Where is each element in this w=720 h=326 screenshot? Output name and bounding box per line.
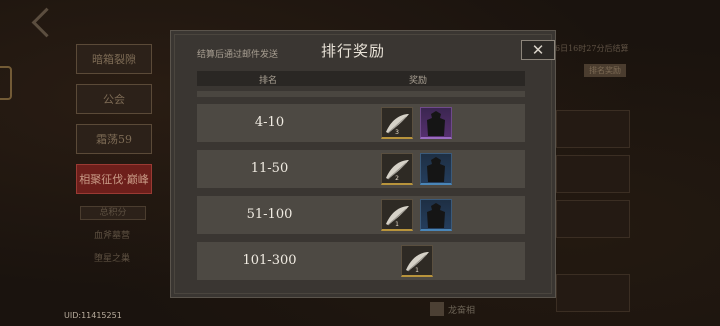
right-panel-1	[556, 110, 630, 148]
feather-icon[interactable]: 3	[381, 107, 413, 139]
rank-row: 101-300 1	[197, 242, 525, 280]
rank-row: 51-100 1	[197, 196, 525, 234]
item-count: 2	[395, 175, 399, 182]
settlement-countdown: 6日16时27分后结算	[555, 44, 629, 53]
guild-icon	[430, 302, 444, 316]
sidebar-label-fallen-star[interactable]: 堕星之巢	[80, 251, 144, 264]
item-count: 1	[395, 221, 399, 228]
sidebar-item-frost[interactable]: 霜荡59	[76, 124, 152, 154]
armor-icon[interactable]	[420, 153, 452, 185]
close-button[interactable]: ✕	[521, 40, 555, 60]
rank-range: 11-50	[250, 161, 289, 176]
modal-subtitle: 结算后通过邮件发送	[197, 50, 279, 60]
sidebar-item-conquest-peak[interactable]: 相聚征伐·巅峰	[76, 164, 152, 194]
rank-range: 51-100	[246, 207, 293, 222]
right-panel-3	[556, 200, 630, 238]
feather-icon[interactable]: 1	[381, 199, 413, 231]
rank-reward-tag[interactable]: 排名奖励	[584, 64, 626, 77]
close-icon: ✕	[531, 41, 545, 59]
reward-list: 1	[381, 199, 452, 231]
bottom-tag: 龙奋相	[430, 300, 475, 318]
rank-reward-modal: 结算后通过邮件发送 排行奖励 ✕ 排名 奖励 4-10 3 11-50 2 51…	[170, 30, 556, 298]
rank-row: 4-10 3	[197, 104, 525, 142]
reward-list: 3	[381, 107, 452, 139]
reward-list: 1	[401, 245, 433, 277]
scrolled-row-remnant	[197, 91, 525, 97]
item-count: 1	[415, 267, 419, 274]
column-reward-header: 奖励	[409, 76, 428, 86]
sidebar-item-guild[interactable]: 公会	[76, 84, 152, 114]
sidebar-label-blood-axe[interactable]: 血斧墓营	[80, 228, 144, 241]
user-id: UID:11415251	[64, 311, 122, 320]
reward-list: 2	[381, 153, 452, 185]
column-rank-header: 排名	[259, 76, 278, 86]
rank-range: 101-300	[242, 253, 297, 268]
modal-title: 排行奖励	[321, 42, 386, 60]
table-header: 排名 奖励	[197, 71, 525, 86]
item-count: 3	[395, 129, 399, 136]
right-panel-2	[556, 155, 630, 193]
feather-icon[interactable]: 2	[381, 153, 413, 185]
feather-icon[interactable]: 1	[401, 245, 433, 277]
sidebar-label-total-score: 总积分	[80, 206, 146, 220]
rank-range: 4-10	[254, 115, 285, 130]
armor-icon[interactable]	[420, 199, 452, 231]
right-panel-4	[556, 274, 630, 312]
sidebar-item-rift[interactable]: 暗箱裂隙	[76, 44, 152, 74]
rank-row: 11-50 2	[197, 150, 525, 188]
side-emblem-icon	[0, 66, 12, 100]
armor-icon[interactable]	[420, 107, 452, 139]
